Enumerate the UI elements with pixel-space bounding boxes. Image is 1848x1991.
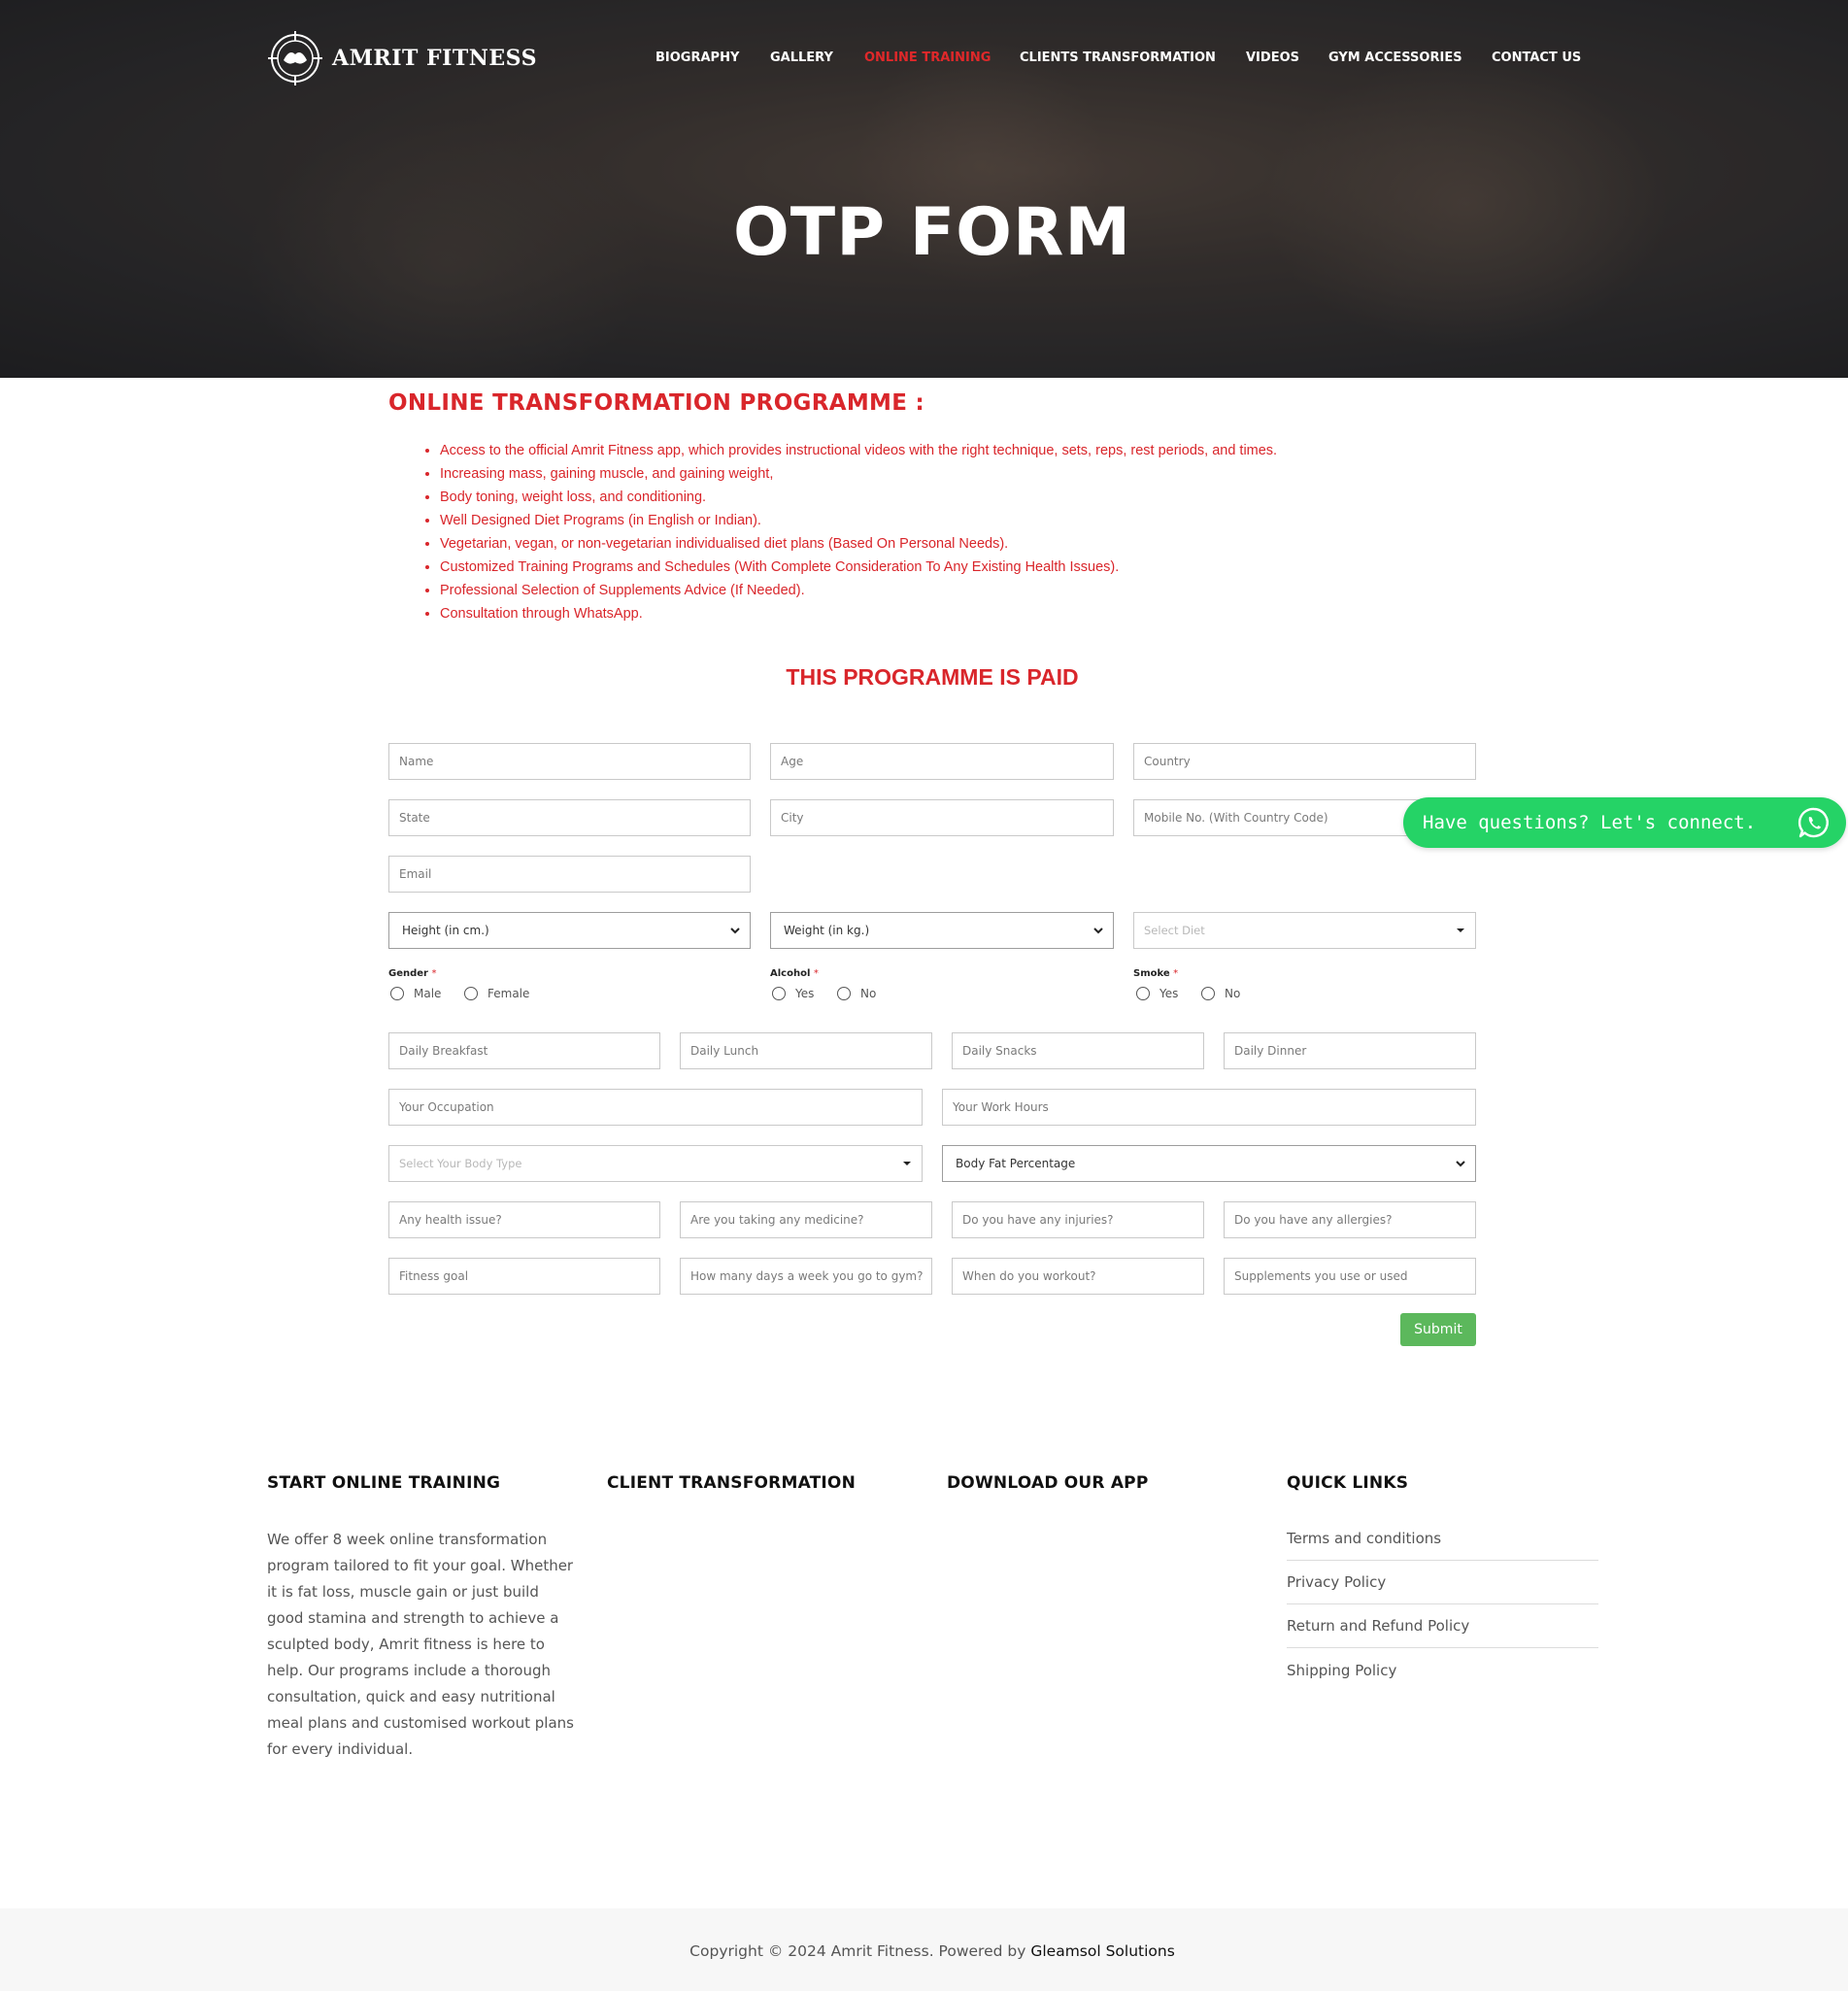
feature-item: Body toning, weight loss, and conditioni…	[440, 488, 1277, 511]
dinner-input[interactable]: Daily Dinner	[1224, 1032, 1476, 1069]
whatsapp-icon	[1798, 807, 1829, 838]
smoke-label: Smoke *	[1133, 968, 1179, 979]
nav-videos[interactable]: VIDEOS	[1246, 51, 1299, 65]
radio-circle	[464, 987, 478, 1000]
radio-circle	[390, 987, 404, 1000]
nav-clients-transformation[interactable]: CLIENTS TRANSFORMATION	[1020, 51, 1216, 65]
feature-item: Customized Training Programs and Schedul…	[440, 557, 1277, 581]
nav-gym-accessories[interactable]: GYM ACCESSORIES	[1328, 51, 1462, 65]
link-privacy[interactable]: Privacy Policy	[1287, 1561, 1598, 1604]
chevron-down-icon	[1456, 1161, 1465, 1167]
quick-links-list: Terms and conditions Privacy Policy Retu…	[1287, 1517, 1598, 1692]
email-input[interactable]: Email	[388, 856, 751, 893]
body-fat-select-value: Body Fat Percentage	[956, 1157, 1076, 1170]
radio-circle	[772, 987, 786, 1000]
gender-label: Gender *	[388, 968, 437, 979]
smoke-yes-radio[interactable]: Yes	[1136, 987, 1178, 1000]
link-shipping[interactable]: Shipping Policy	[1287, 1648, 1598, 1692]
body-type-select[interactable]: Select Your Body Type	[388, 1145, 923, 1182]
breakfast-input[interactable]: Daily Breakfast	[388, 1032, 660, 1069]
diet-select-value: Select Diet	[1144, 924, 1205, 937]
radio-circle	[837, 987, 851, 1000]
gender-female-radio[interactable]: Female	[464, 987, 529, 1000]
nav-online-training[interactable]: ONLINE TRAINING	[864, 51, 991, 65]
state-input[interactable]: State	[388, 799, 751, 836]
snacks-input[interactable]: Daily Snacks	[952, 1032, 1204, 1069]
chevron-down-icon	[1093, 928, 1103, 934]
height-select-value: Height (in cm.)	[402, 924, 489, 937]
footer-online-training-text: We offer 8 week online transformation pr…	[267, 1531, 574, 1758]
alcohol-label: Alcohol *	[770, 968, 819, 979]
nav-biography[interactable]: BIOGRAPHY	[655, 51, 739, 65]
body-fat-select[interactable]: Body Fat Percentage	[942, 1145, 1476, 1182]
feature-item: Well Designed Diet Programs (in English …	[440, 511, 1277, 534]
nav-contact-us[interactable]: CONTACT US	[1492, 51, 1581, 65]
submit-button[interactable]: Submit	[1400, 1313, 1476, 1346]
whatsapp-chat-label: Have questions? Let's connect.	[1423, 812, 1757, 833]
alcohol-yes-radio[interactable]: Yes	[772, 987, 814, 1000]
diet-select[interactable]: Select Diet	[1133, 912, 1476, 949]
gym-days-input[interactable]: How many days a week you go to gym?	[680, 1258, 932, 1295]
workout-time-input[interactable]: When do you workout?	[952, 1258, 1204, 1295]
medicine-input[interactable]: Are you taking any medicine?	[680, 1201, 932, 1238]
radio-circle	[1136, 987, 1150, 1000]
whatsapp-chat-button[interactable]: Have questions? Let's connect.	[1403, 797, 1846, 848]
feature-list: Access to the official Amrit Fitness app…	[418, 441, 1277, 627]
weight-select[interactable]: Weight (in kg.)	[770, 912, 1114, 949]
footer-online-training-title: START ONLINE TRAINING	[267, 1473, 501, 1493]
feature-item: Increasing mass, gaining muscle, and gai…	[440, 464, 1277, 488]
footer-download-app-title: DOWNLOAD OUR APP	[947, 1473, 1149, 1493]
weight-select-value: Weight (in kg.)	[784, 924, 870, 937]
feature-item: Access to the official Amrit Fitness app…	[440, 441, 1277, 464]
paid-notice: THIS PROGRAMME IS PAID	[786, 664, 1079, 690]
main-nav: BIOGRAPHY GALLERY ONLINE TRAINING CLIENT…	[0, 51, 1848, 70]
copyright: Copyright © 2024 Amrit Fitness. Powered …	[0, 1942, 1848, 1960]
supplements-input[interactable]: Supplements you use or used	[1224, 1258, 1476, 1295]
alcohol-no-radio[interactable]: No	[837, 987, 876, 1000]
copyright-text: Copyright © 2024 Amrit Fitness. Powered …	[689, 1942, 1026, 1960]
feature-item: Professional Selection of Supplements Ad…	[440, 581, 1277, 604]
footer-client-transformation-title: CLIENT TRANSFORMATION	[607, 1473, 857, 1493]
feature-item: Consultation through WhatsApp.	[440, 604, 1277, 627]
footer-quick-links-title: QUICK LINKS	[1287, 1473, 1409, 1493]
link-refund[interactable]: Return and Refund Policy	[1287, 1604, 1598, 1648]
age-input[interactable]: Age	[770, 743, 1114, 780]
country-input[interactable]: Country	[1133, 743, 1476, 780]
lunch-input[interactable]: Daily Lunch	[680, 1032, 932, 1069]
body-type-select-value: Select Your Body Type	[399, 1157, 522, 1170]
caret-down-icon	[1457, 928, 1464, 932]
powered-by-link[interactable]: Gleamsol Solutions	[1030, 1942, 1174, 1960]
city-input[interactable]: City	[770, 799, 1114, 836]
programme-title: ONLINE TRANSFORMATION PROGRAMME :	[388, 390, 925, 416]
occupation-input[interactable]: Your Occupation	[388, 1089, 923, 1126]
nav-gallery[interactable]: GALLERY	[770, 51, 833, 65]
fitness-goal-input[interactable]: Fitness goal	[388, 1258, 660, 1295]
height-select[interactable]: Height (in cm.)	[388, 912, 751, 949]
gender-male-radio[interactable]: Male	[390, 987, 441, 1000]
caret-down-icon	[903, 1162, 911, 1165]
health-issue-input[interactable]: Any health issue?	[388, 1201, 660, 1238]
chevron-down-icon	[730, 928, 740, 934]
hero-banner: AMRIT FITNESS BIOGRAPHY GALLERY ONLINE T…	[0, 0, 1848, 378]
work-hours-input[interactable]: Your Work Hours	[942, 1089, 1476, 1126]
radio-circle	[1201, 987, 1215, 1000]
link-terms[interactable]: Terms and conditions	[1287, 1517, 1598, 1561]
smoke-no-radio[interactable]: No	[1201, 987, 1240, 1000]
name-input[interactable]: Name	[388, 743, 751, 780]
page-title: OTP FORM	[733, 194, 1131, 271]
feature-item: Vegetarian, vegan, or non-vegetarian ind…	[440, 534, 1277, 557]
page: AMRIT FITNESS BIOGRAPHY GALLERY ONLINE T…	[0, 0, 1848, 1991]
allergies-input[interactable]: Do you have any allergies?	[1224, 1201, 1476, 1238]
injuries-input[interactable]: Do you have any injuries?	[952, 1201, 1204, 1238]
